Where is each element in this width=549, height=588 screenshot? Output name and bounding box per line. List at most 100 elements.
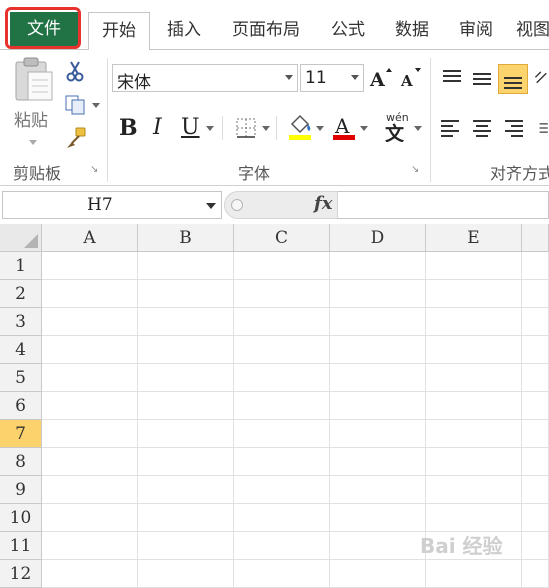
cell[interactable]	[138, 364, 234, 392]
align-left-icon[interactable]	[438, 116, 462, 140]
borders-dropdown-arrow[interactable]	[262, 126, 270, 131]
tab-view[interactable]: 视图	[516, 10, 549, 48]
row-header-2[interactable]: 2	[0, 280, 42, 308]
cell[interactable]	[42, 252, 138, 280]
insert-function-button[interactable]: fx	[314, 193, 332, 214]
cell[interactable]	[234, 364, 330, 392]
cell[interactable]	[330, 420, 426, 448]
column-header-d[interactable]: D	[330, 224, 426, 252]
column-header-a[interactable]: A	[42, 224, 138, 252]
font-launcher-icon[interactable]: ↘	[411, 164, 419, 175]
font-color-dropdown-arrow[interactable]	[360, 126, 368, 131]
cell[interactable]	[522, 308, 549, 336]
cell[interactable]	[330, 476, 426, 504]
cell[interactable]	[138, 336, 234, 364]
cell[interactable]	[138, 252, 234, 280]
cell[interactable]	[330, 252, 426, 280]
cell[interactable]	[330, 336, 426, 364]
cell[interactable]	[426, 280, 522, 308]
name-box-dropdown-icon[interactable]	[206, 203, 216, 209]
cell[interactable]	[426, 560, 522, 588]
name-box[interactable]: H7	[2, 191, 222, 219]
cell[interactable]	[234, 560, 330, 588]
column-header-c[interactable]: C	[234, 224, 330, 252]
tab-insert[interactable]: 插入	[160, 10, 208, 48]
tab-data[interactable]: 数据	[388, 10, 436, 48]
cell[interactable]	[42, 560, 138, 588]
row-header-11[interactable]: 11	[0, 532, 42, 560]
font-name-dropdown-icon[interactable]	[285, 75, 293, 80]
tab-review[interactable]: 审阅	[452, 10, 500, 48]
copy-icon[interactable]	[64, 94, 88, 116]
cell[interactable]	[330, 532, 426, 560]
cell[interactable]	[426, 420, 522, 448]
align-center-icon[interactable]	[470, 116, 494, 140]
cell[interactable]	[522, 560, 549, 588]
cell[interactable]	[234, 448, 330, 476]
font-name-combo[interactable]: 宋体	[112, 64, 298, 93]
row-header-1[interactable]: 1	[0, 252, 42, 280]
cell[interactable]	[330, 392, 426, 420]
cell[interactable]	[138, 504, 234, 532]
align-top-icon[interactable]	[440, 66, 464, 90]
font-size-dropdown-icon[interactable]	[351, 75, 359, 80]
align-middle-icon[interactable]	[470, 66, 494, 90]
cell[interactable]	[42, 280, 138, 308]
cell[interactable]	[138, 308, 234, 336]
cell[interactable]	[234, 476, 330, 504]
font-size-combo[interactable]: 11	[300, 64, 364, 92]
decrease-font-size-icon[interactable]: A	[398, 66, 422, 90]
row-header-6[interactable]: 6	[0, 392, 42, 420]
cell[interactable]	[330, 280, 426, 308]
row-header-8[interactable]: 8	[0, 448, 42, 476]
bold-button[interactable]: B	[119, 115, 138, 141]
cell[interactable]	[330, 364, 426, 392]
cell[interactable]	[426, 336, 522, 364]
cell[interactable]	[42, 308, 138, 336]
cell[interactable]	[234, 280, 330, 308]
cell[interactable]	[426, 392, 522, 420]
column-header-b[interactable]: B	[138, 224, 234, 252]
orientation-icon[interactable]	[534, 66, 549, 90]
cell[interactable]	[138, 420, 234, 448]
fill-color-dropdown-arrow[interactable]	[316, 126, 324, 131]
borders-icon[interactable]	[234, 116, 258, 140]
cell[interactable]	[234, 252, 330, 280]
cell[interactable]	[42, 336, 138, 364]
paste-button-label[interactable]: 粘贴	[14, 106, 48, 131]
fill-color-icon[interactable]	[286, 112, 314, 142]
cell[interactable]	[42, 448, 138, 476]
column-header-e[interactable]: E	[426, 224, 522, 252]
splitter-handle-icon[interactable]	[231, 199, 243, 211]
font-color-icon[interactable]: A	[330, 112, 358, 142]
cell[interactable]	[426, 252, 522, 280]
format-painter-icon[interactable]	[64, 126, 88, 150]
tab-page-layout[interactable]: 页面布局	[224, 10, 308, 48]
cell[interactable]	[330, 308, 426, 336]
copy-dropdown-arrow[interactable]	[92, 103, 100, 108]
cell[interactable]	[234, 392, 330, 420]
cell[interactable]	[522, 532, 549, 560]
phonetic-guide-icon[interactable]: wén 文	[380, 110, 412, 142]
cell[interactable]	[234, 420, 330, 448]
phonetic-dropdown-arrow[interactable]	[414, 126, 422, 131]
cell[interactable]	[330, 448, 426, 476]
cell[interactable]	[42, 504, 138, 532]
cell[interactable]	[138, 560, 234, 588]
cell[interactable]	[426, 504, 522, 532]
increase-font-size-icon[interactable]: A	[368, 66, 392, 90]
cell[interactable]	[426, 364, 522, 392]
cell[interactable]	[522, 336, 549, 364]
cell[interactable]	[330, 504, 426, 532]
cell[interactable]	[522, 420, 549, 448]
cell[interactable]	[138, 532, 234, 560]
row-header-4[interactable]: 4	[0, 336, 42, 364]
cell[interactable]	[234, 308, 330, 336]
paste-dropdown-arrow[interactable]	[29, 140, 37, 145]
cell[interactable]	[522, 448, 549, 476]
cell[interactable]	[234, 336, 330, 364]
align-bottom-icon[interactable]	[498, 64, 528, 94]
tab-home[interactable]: 开始	[88, 12, 150, 50]
align-right-icon[interactable]	[502, 116, 526, 140]
row-header-3[interactable]: 3	[0, 308, 42, 336]
